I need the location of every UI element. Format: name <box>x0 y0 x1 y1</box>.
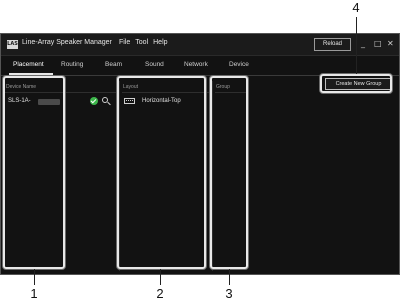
callout-number-1: 1 <box>30 286 38 301</box>
tab-sound[interactable]: Sound <box>145 60 164 70</box>
search-icon[interactable] <box>102 97 108 103</box>
status-ok-icon <box>90 97 98 105</box>
callout-box-3 <box>210 76 248 269</box>
callout-box-2 <box>117 76 206 269</box>
callout-number-4: 4 <box>352 0 360 15</box>
minimize-icon[interactable]: _ <box>361 38 365 50</box>
callout-line-3 <box>229 269 230 285</box>
menu-bar: File Tool Help <box>119 39 168 46</box>
callout-line-2 <box>160 269 161 285</box>
tab-beam[interactable]: Beam <box>105 60 122 70</box>
menu-help[interactable]: Help <box>153 39 167 46</box>
tab-device[interactable]: Device <box>229 60 249 70</box>
tab-bar: Placement Routing Beam Sound Network Dev… <box>1 60 399 74</box>
tab-network[interactable]: Network <box>184 60 208 70</box>
app-title: Line-Array Speaker Manager <box>22 39 112 46</box>
close-icon[interactable]: ✕ <box>387 38 394 50</box>
callout-box-4 <box>320 74 392 93</box>
callout-box-1 <box>3 76 65 269</box>
app-logo-icon: LAS <box>7 40 18 49</box>
tab-routing[interactable]: Routing <box>61 60 83 70</box>
tab-placement[interactable]: Placement <box>13 60 44 70</box>
menu-tool[interactable]: Tool <box>135 39 148 46</box>
callout-line-1 <box>34 269 35 285</box>
callout-line-4 <box>356 17 357 74</box>
callout-number-2: 2 <box>156 286 164 301</box>
reload-button[interactable]: Reload <box>314 38 351 51</box>
callout-number-3: 3 <box>225 286 233 301</box>
maximize-icon[interactable]: □ <box>374 38 382 50</box>
title-bar: LAS Line-Array Speaker Manager File Tool… <box>1 34 399 56</box>
menu-file[interactable]: File <box>119 39 130 46</box>
